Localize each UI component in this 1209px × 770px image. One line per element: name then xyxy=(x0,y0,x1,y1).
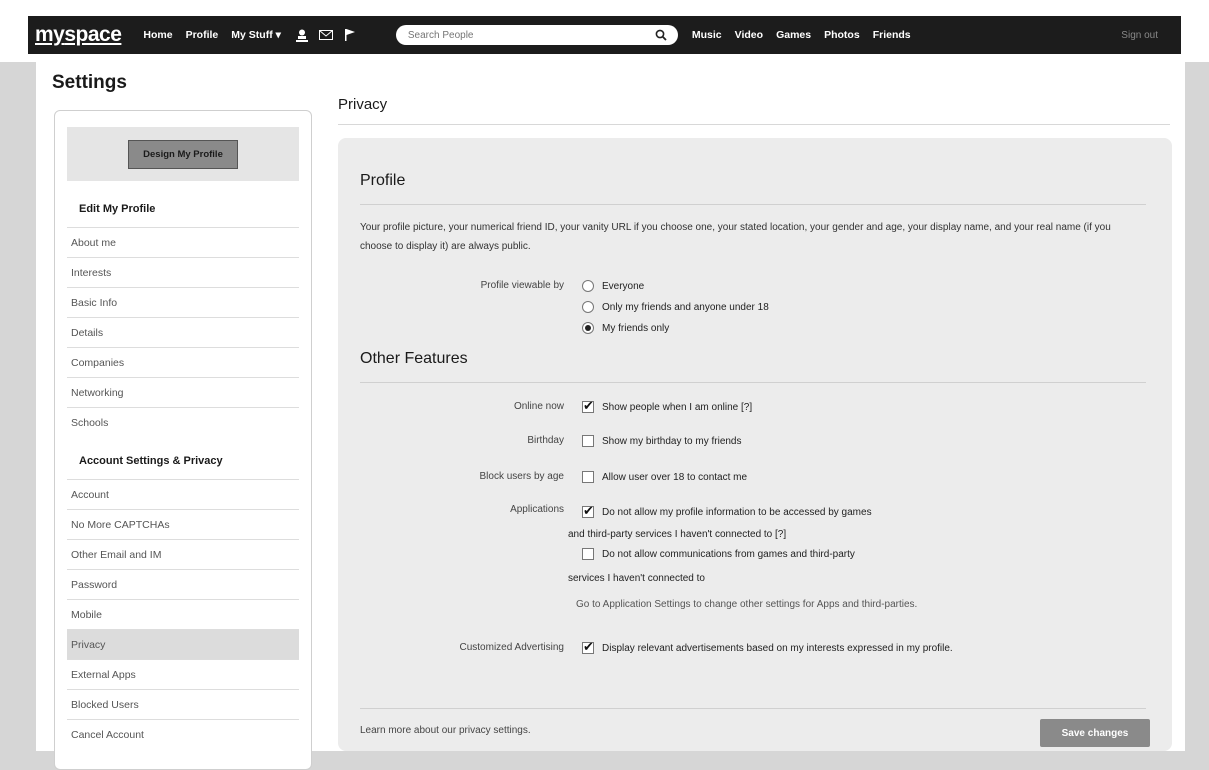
option-label: Do not allow my profile information to b… xyxy=(602,506,872,518)
option-label: Allow user over 18 to contact me xyxy=(602,471,748,483)
sidebar-item-interests[interactable]: Interests xyxy=(67,257,299,287)
nav-profile-link[interactable]: Profile xyxy=(186,29,219,41)
design-my-profile-button[interactable]: Design My Profile xyxy=(128,139,238,169)
divider xyxy=(360,204,1146,205)
option-label: Display relevant advertisements based on… xyxy=(602,642,953,654)
nav-my-stuff-menu[interactable]: My Stuff ▾ xyxy=(231,29,281,41)
customized-advertising-option[interactable]: Display relevant advertisements based on… xyxy=(582,639,953,655)
nav-home-link[interactable]: Home xyxy=(143,29,172,41)
sidebar-item-blocked-users[interactable]: Blocked Users xyxy=(67,689,299,719)
nav-games-link[interactable]: Games xyxy=(776,29,811,41)
online-now-label: Online now xyxy=(513,401,564,412)
option-label: Show people when I am online [?] xyxy=(602,401,753,413)
top-bar: myspace Home Profile My Stuff ▾ Music Vi… xyxy=(0,0,1209,62)
sidebar-item-about-me[interactable]: About me xyxy=(67,227,299,257)
person-icon[interactable] xyxy=(294,27,310,43)
block-users-option[interactable]: Allow user over 18 to contact me xyxy=(582,471,747,483)
account-settings-menu: Account No More CAPTCHAs Other Email and… xyxy=(67,479,299,749)
option-label: Show my birthday to my friends xyxy=(602,435,742,447)
profile-viewable-label: Profile viewable by xyxy=(480,280,564,291)
apps-block-access-option[interactable]: Do not allow my profile information to b… xyxy=(582,503,872,519)
edit-profile-heading: Edit My Profile xyxy=(79,203,156,215)
divider xyxy=(338,124,1170,125)
birthday-label: Birthday xyxy=(527,435,564,446)
settings-page: Settings Design My Profile Edit My Profi… xyxy=(36,62,1185,770)
save-changes-button[interactable]: Save changes xyxy=(1040,719,1150,747)
media-links: Music Video Games Photos Friends xyxy=(692,29,924,41)
apps-block-communications-option[interactable]: Do not allow communications from games a… xyxy=(582,548,855,560)
sidebar-item-account[interactable]: Account xyxy=(67,479,299,509)
apps-block-access-continued: and third-party services I haven't conne… xyxy=(568,529,787,540)
radio-friends-under-18[interactable] xyxy=(582,301,594,313)
search-input[interactable] xyxy=(405,28,654,42)
customized-advertising-checkbox[interactable] xyxy=(582,639,594,655)
sign-out-link[interactable]: Sign out xyxy=(1121,30,1158,41)
online-now-checkbox[interactable] xyxy=(582,398,594,414)
divider xyxy=(360,382,1146,383)
privacy-panel: Profile Your profile picture, your numer… xyxy=(338,138,1172,751)
sidebar-item-other-email-im[interactable]: Other Email and IM xyxy=(67,539,299,569)
option-label: Everyone xyxy=(602,280,645,292)
application-settings-note: Go to Application Settings to change oth… xyxy=(576,599,918,610)
viewable-option-friends-only[interactable]: My friends only xyxy=(582,322,669,334)
block-users-label: Block users by age xyxy=(479,471,565,482)
nav-friends-link[interactable]: Friends xyxy=(873,29,911,41)
edit-profile-menu: About me Interests Basic Info Details Co… xyxy=(67,227,299,437)
profile-heading: Profile xyxy=(360,172,406,189)
sidebar-item-external-apps[interactable]: External Apps xyxy=(67,659,299,689)
profile-description: Your profile picture, your numerical fri… xyxy=(360,222,1111,252)
applications-label: Applications xyxy=(510,504,564,515)
learn-more-link[interactable]: Learn more about our privacy settings. xyxy=(360,725,531,736)
nav-video-link[interactable]: Video xyxy=(735,29,763,41)
online-now-option[interactable]: Show people when I am online [?] xyxy=(582,398,753,414)
sidebar-item-privacy[interactable]: Privacy xyxy=(67,629,299,659)
settings-sidebar: Design My Profile Edit My Profile About … xyxy=(54,110,312,770)
birthday-option[interactable]: Show my birthday to my friends xyxy=(582,435,742,447)
apps-block-communications-checkbox[interactable] xyxy=(582,548,594,560)
customized-advertising-label: Customized Advertising xyxy=(459,642,565,653)
nav-music-link[interactable]: Music xyxy=(692,29,722,41)
sidebar-item-mobile[interactable]: Mobile xyxy=(67,599,299,629)
top-navigation: myspace Home Profile My Stuff ▾ Music Vi… xyxy=(28,16,1181,54)
apps-block-access-checkbox[interactable] xyxy=(582,503,594,519)
viewable-option-everyone[interactable]: Everyone xyxy=(582,280,644,292)
sidebar-item-companies[interactable]: Companies xyxy=(67,347,299,377)
option-label: My friends only xyxy=(602,322,670,334)
flag-icon[interactable] xyxy=(342,27,358,43)
page-title: Settings xyxy=(52,72,127,93)
option-label: Only my friends and anyone under 18 xyxy=(602,301,769,313)
divider xyxy=(360,708,1146,709)
search-icon[interactable] xyxy=(654,28,668,42)
viewable-option-friends-under-18[interactable]: Only my friends and anyone under 18 xyxy=(582,301,769,313)
sidebar-item-schools[interactable]: Schools xyxy=(67,407,299,437)
radio-everyone[interactable] xyxy=(582,280,594,292)
block-users-checkbox[interactable] xyxy=(582,471,594,483)
apps-block-communications-continued: services I haven't connected to xyxy=(568,573,705,584)
sidebar-item-password[interactable]: Password xyxy=(67,569,299,599)
sidebar-item-details[interactable]: Details xyxy=(67,317,299,347)
other-features-heading: Other Features xyxy=(360,350,468,367)
radio-friends-only[interactable] xyxy=(582,322,594,334)
privacy-title: Privacy xyxy=(338,96,388,113)
sidebar-item-no-more-captchas[interactable]: No More CAPTCHAs xyxy=(67,509,299,539)
design-profile-box: Design My Profile xyxy=(67,127,299,181)
mail-icon[interactable] xyxy=(318,27,334,43)
sidebar-item-cancel-account[interactable]: Cancel Account xyxy=(67,719,299,749)
myspace-logo[interactable]: myspace xyxy=(35,23,122,47)
option-label: Do not allow communications from games a… xyxy=(602,548,855,560)
search-box xyxy=(395,25,678,45)
sidebar-item-basic-info[interactable]: Basic Info xyxy=(67,287,299,317)
birthday-checkbox[interactable] xyxy=(582,435,594,447)
sidebar-item-networking[interactable]: Networking xyxy=(67,377,299,407)
nav-photos-link[interactable]: Photos xyxy=(824,29,860,41)
account-settings-heading: Account Settings & Privacy xyxy=(79,455,223,467)
